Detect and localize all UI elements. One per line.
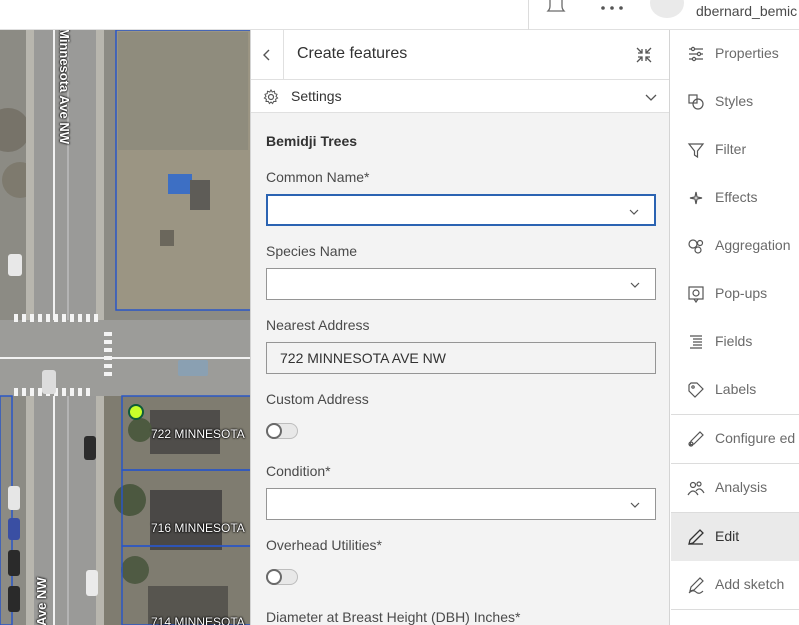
username[interactable]: dbernard_bemic <box>696 3 797 19</box>
toggle-knob <box>266 569 282 585</box>
action-styles[interactable]: Styles <box>671 78 799 126</box>
gear-icon <box>263 89 279 105</box>
action-properties[interactable]: Properties <box>671 30 799 78</box>
action-label: Edit <box>715 528 740 544</box>
back-button[interactable] <box>251 30 284 80</box>
action-aggregation[interactable]: Aggregation <box>671 222 799 270</box>
action-label: Pop-ups <box>715 285 768 301</box>
chevron-down-icon <box>645 94 657 101</box>
action-labels[interactable]: Labels <box>671 366 799 414</box>
address-label: 716 MINNESOTA <box>151 521 245 535</box>
action-edit[interactable]: Edit <box>671 513 799 561</box>
edit-icon <box>688 529 704 545</box>
action-effects[interactable]: Effects <box>671 174 799 222</box>
fields-icon <box>690 335 702 349</box>
action-label: Aggregation <box>715 237 791 253</box>
custom-address-toggle[interactable] <box>266 423 298 439</box>
analysis-icon <box>687 481 705 496</box>
settings-toggle[interactable]: Settings <box>251 80 669 113</box>
action-label: Filter <box>715 141 747 157</box>
avatar[interactable] <box>650 0 684 18</box>
popups-icon <box>688 286 704 303</box>
filter-icon <box>687 143 705 159</box>
chevron-down-icon <box>630 502 640 508</box>
create-features-panel: Create features Settings Bemidji Trees C… <box>250 30 670 625</box>
properties-icon <box>689 46 703 62</box>
configure-editing-icon <box>688 431 704 447</box>
condition-select[interactable] <box>266 488 656 520</box>
dbh-label: Diameter at Breast Height (DBH) Inches* <box>266 609 521 625</box>
overhead-utilities-label: Overhead Utilities* <box>266 537 382 553</box>
aerial-imagery <box>0 30 250 625</box>
action-label: Styles <box>715 93 754 109</box>
action-label: Configure ed <box>715 430 796 446</box>
street-label: Ave NW <box>34 577 49 625</box>
chevron-down-icon <box>629 209 639 215</box>
action-separator <box>671 609 799 610</box>
layer-title: Bemidji Trees <box>266 133 358 149</box>
action-fields[interactable]: Fields <box>671 318 799 366</box>
action-label: Fields <box>715 333 753 349</box>
overhead-utilities-toggle[interactable] <box>266 569 298 585</box>
panel-header: Create features <box>251 30 669 80</box>
address-label: 714 MINNESOTA <box>151 615 245 625</box>
condition-label: Condition* <box>266 463 331 479</box>
collapse-icon[interactable] <box>635 46 653 64</box>
action-label: Properties <box>715 45 779 61</box>
common-name-label: Common Name* <box>266 169 370 185</box>
action-label: Add sketch <box>715 576 785 592</box>
street-label: Minnesota Ave NW <box>57 30 72 145</box>
bell-icon[interactable] <box>546 0 566 14</box>
nearest-address-label: Nearest Address <box>266 317 370 333</box>
action-analysis[interactable]: Analysis <box>671 464 799 512</box>
chevron-left-icon <box>263 49 270 61</box>
custom-address-label: Custom Address <box>266 391 369 407</box>
panel-title: Create features <box>297 45 408 62</box>
address-label: 722 MINNESOTA <box>151 427 245 441</box>
header-divider <box>528 0 529 30</box>
common-name-select[interactable] <box>266 194 656 226</box>
top-header: dbernard_bemic <box>0 0 799 30</box>
toggle-knob <box>266 423 282 439</box>
action-add-sketch[interactable]: Add sketch <box>671 561 799 609</box>
styles-icon <box>688 94 704 110</box>
sketch-icon <box>688 577 704 594</box>
app-launcher-icon[interactable] <box>600 4 624 12</box>
settings-label: Settings <box>291 88 342 104</box>
action-label: Labels <box>715 381 757 397</box>
labels-icon <box>688 382 704 398</box>
aggregation-icon <box>688 239 704 254</box>
species-name-label: Species Name <box>266 243 358 259</box>
action-bar: Properties Styles Filter Effects Aggrega… <box>671 30 799 625</box>
nearest-address-field[interactable]: 722 MINNESOTA AVE NW <box>266 342 656 374</box>
action-label: Effects <box>715 189 758 205</box>
effects-icon <box>689 191 703 205</box>
action-label: Analysis <box>715 479 768 495</box>
action-popups[interactable]: Pop-ups <box>671 270 799 318</box>
action-filter[interactable]: Filter <box>671 126 799 174</box>
species-name-select[interactable] <box>266 268 656 300</box>
feature-point-marker[interactable] <box>128 404 144 420</box>
chevron-down-icon <box>630 282 640 288</box>
action-configure-editing[interactable]: Configure ed <box>671 415 799 463</box>
map-view[interactable]: Minnesota Ave NW Ave NW 722 MINNESOTA 71… <box>0 30 250 625</box>
